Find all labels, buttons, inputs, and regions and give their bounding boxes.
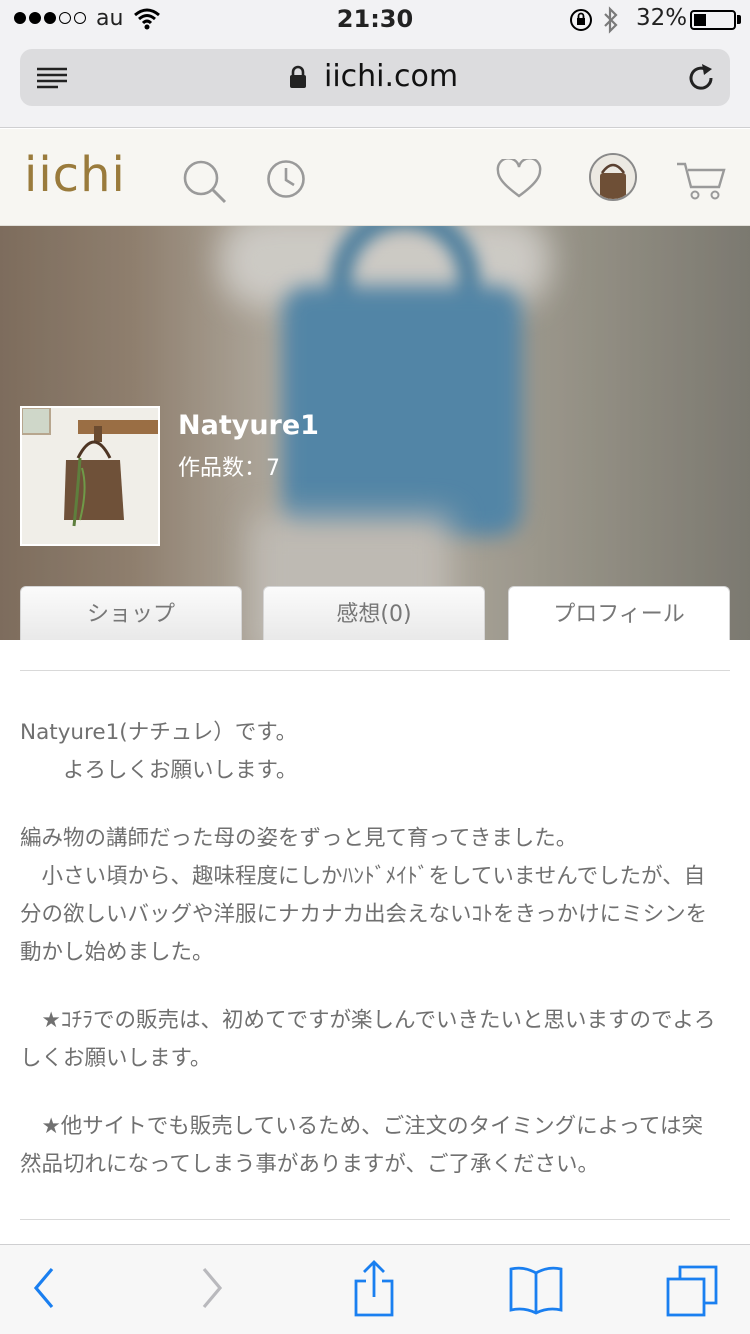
shop-item-count: 作品数：7	[178, 456, 280, 481]
reload-icon[interactable]	[686, 63, 716, 97]
user-avatar[interactable]	[589, 153, 637, 205]
shop-cover-banner: Natyure1 作品数：7 ショップ 感想(0) プロフィール	[0, 226, 750, 640]
tabs-icon[interactable]	[666, 1265, 722, 1321]
site-header: iichi	[0, 129, 750, 226]
profile-paragraph: Natyure1(ナチュレ）です。 よろしくお願いします。	[20, 720, 298, 783]
history-clock-icon[interactable]	[266, 159, 306, 203]
profile-content: Natyure1(ナチュレ）です。 よろしくお願いします。 編み物の講師だった母…	[0, 640, 750, 1220]
cart-icon[interactable]	[676, 161, 726, 205]
battery-percentage: 32%	[636, 5, 688, 31]
status-bar: au 21:30 32%	[0, 0, 750, 40]
bookmarks-icon[interactable]	[508, 1265, 564, 1319]
shop-avatar[interactable]	[20, 406, 160, 546]
rotation-lock-icon	[569, 8, 593, 36]
profile-paragraph: 編み物の講師だった母の姿をずっと見て育ってきました。 小さい頃から、趣味程度にし…	[20, 826, 708, 965]
tab-label: プロフィール	[553, 602, 685, 627]
tab-reviews[interactable]: 感想(0)	[263, 586, 485, 640]
profile-paragraph: ★ｺﾁﾗでの販売は、初めてですが楽しんでいきたいと思いますのでよろしくお願いしま…	[20, 1008, 716, 1071]
bluetooth-icon	[602, 6, 620, 38]
tab-label: 感想(0)	[336, 602, 412, 627]
tab-profile[interactable]: プロフィール	[508, 586, 730, 640]
profile-paragraph: ★他サイトでも販売しているため、ご注文のタイミングによっては突然品切れになってし…	[20, 1114, 703, 1177]
divider	[20, 1219, 730, 1220]
tab-label: ショップ	[86, 602, 175, 627]
share-icon[interactable]	[352, 1259, 396, 1323]
favorite-heart-icon[interactable]	[496, 157, 542, 203]
shop-name[interactable]: Natyure1	[178, 410, 319, 441]
wifi-icon	[134, 8, 160, 34]
url-field[interactable]: iichi.com	[20, 49, 730, 106]
battery-icon	[690, 10, 736, 30]
iichi-logo[interactable]: iichi	[24, 147, 126, 203]
browser-address-bar: iichi.com	[0, 40, 750, 128]
profile-description: Natyure1(ナチュレ）です。 よろしくお願いします。 編み物の講師だった母…	[20, 714, 724, 1214]
padlock-icon	[288, 65, 308, 93]
divider	[20, 670, 730, 671]
forward-icon[interactable]	[196, 1263, 226, 1317]
battery-tip	[737, 15, 741, 24]
signal-strength-icon	[14, 12, 86, 24]
browser-toolbar	[0, 1244, 750, 1334]
reader-menu-icon[interactable]	[36, 67, 68, 93]
carrier-label: au	[96, 6, 124, 31]
search-icon[interactable]	[182, 159, 228, 209]
tab-shop[interactable]: ショップ	[20, 586, 242, 640]
url-text: iichi.com	[324, 59, 459, 94]
back-icon[interactable]	[30, 1263, 60, 1317]
